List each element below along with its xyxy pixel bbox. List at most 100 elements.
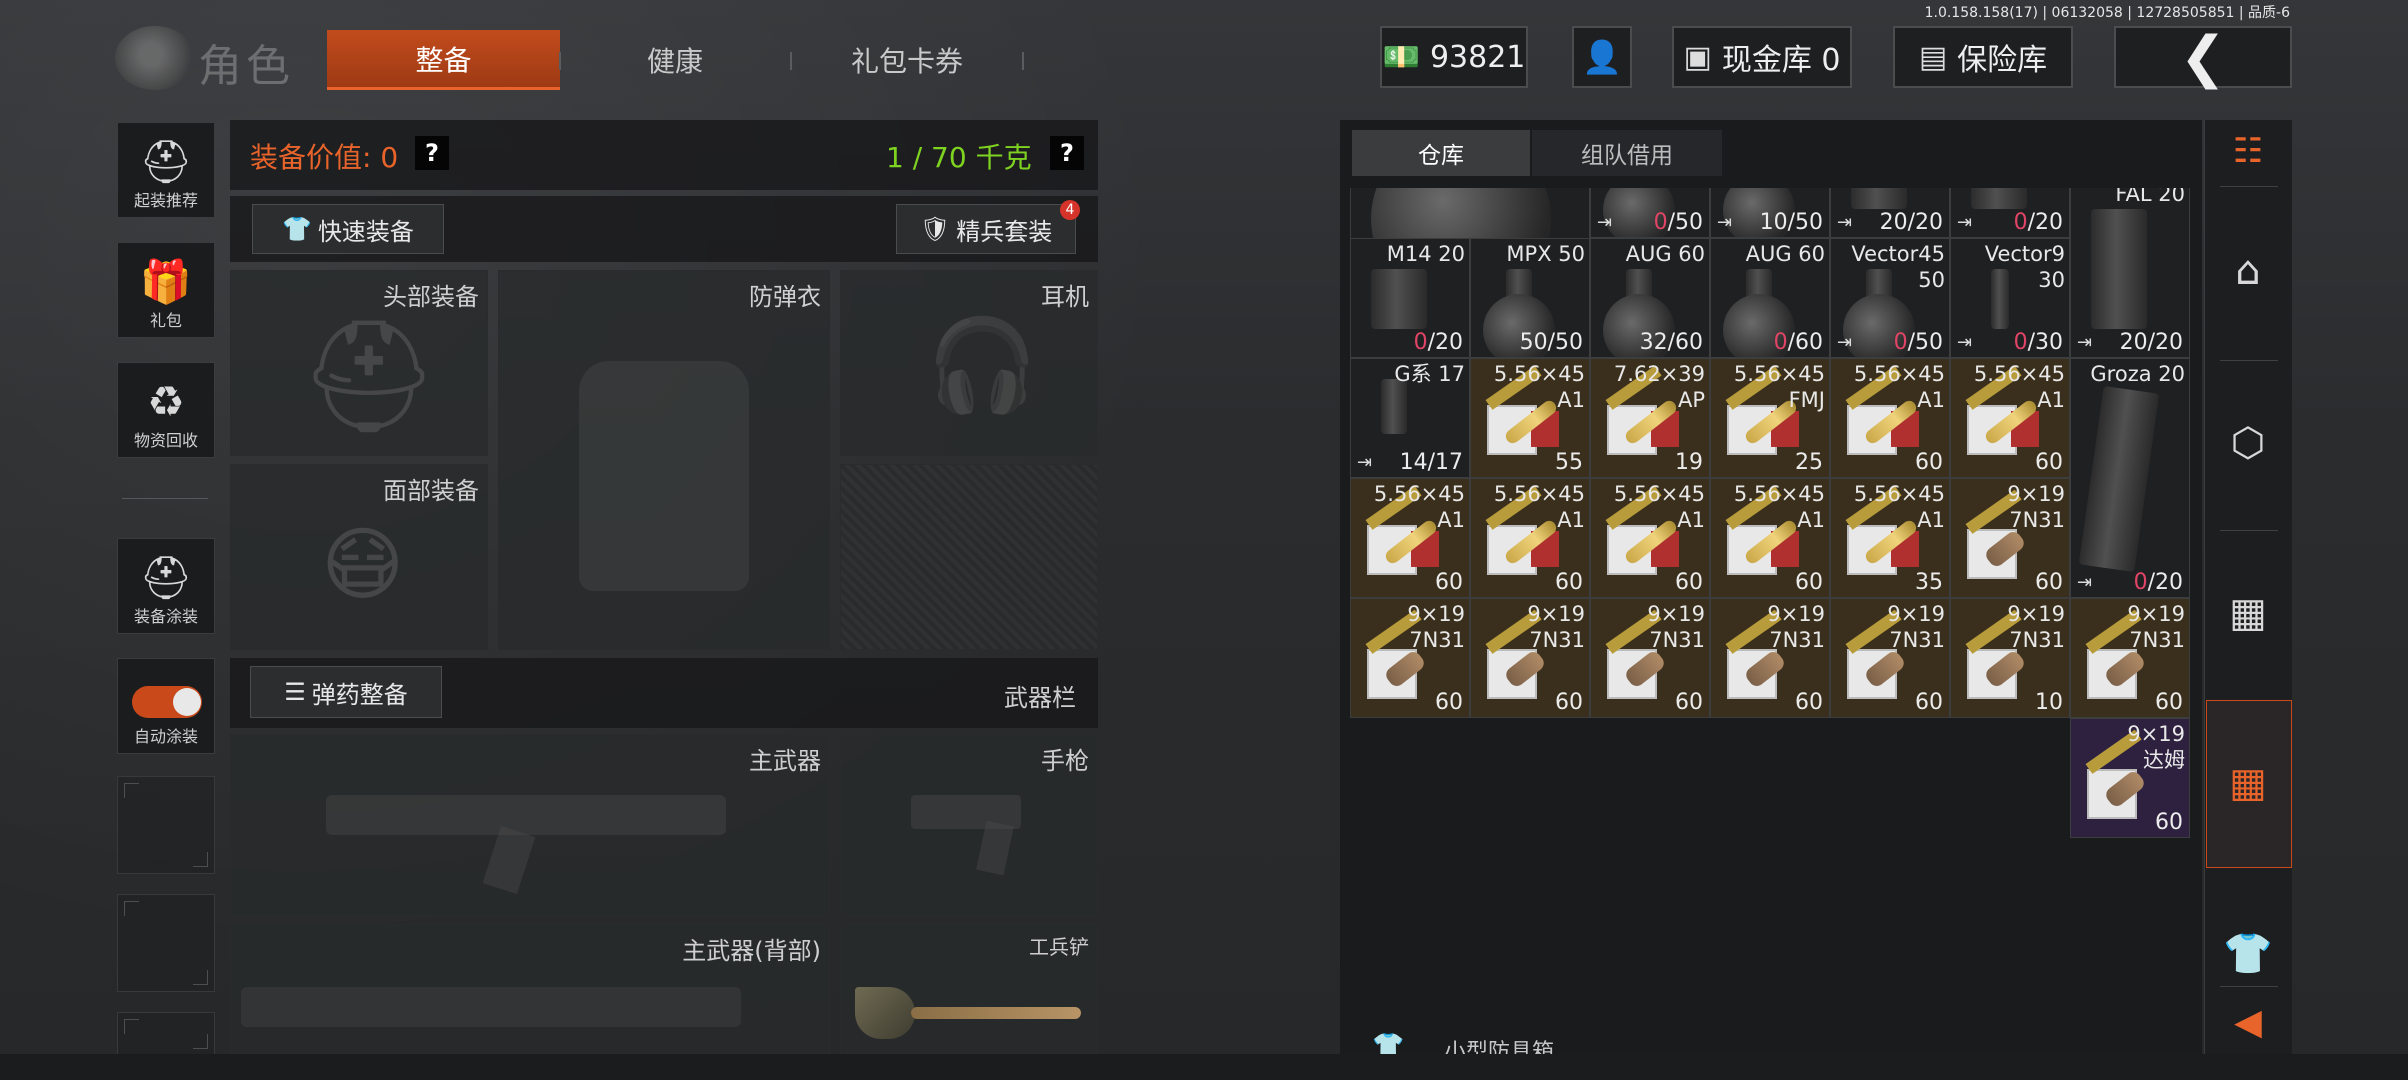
storage-icon[interactable]: ▦ <box>2204 578 2292 648</box>
item-name: 7.62×39 AP <box>1613 362 1705 412</box>
ammo-equip-button[interactable]: ☰ 弹药整备 <box>250 666 442 718</box>
item-count-empty: 0 <box>1893 330 1908 355</box>
ammo-item[interactable]: 5.56×45 A1 60 <box>1590 478 1710 598</box>
item-name: 5.56×45 A1 <box>1493 482 1585 532</box>
slot-label: 面部装备 <box>383 477 479 505</box>
ammo-item[interactable]: 9×19 7N31 60 <box>1950 478 2070 598</box>
ammo-item[interactable]: 5.56×45 A1 60 <box>1710 478 1830 598</box>
magazine-item[interactable]: SKAL 200/20⇥ <box>1950 188 2070 238</box>
ammo-item[interactable]: 5.56×45 A1 60 <box>1350 478 1470 598</box>
ammo-item[interactable]: 9×19 7N31 10 <box>1950 598 2070 718</box>
magazine-item[interactable]: Vector9 30 0/30 ⇥ <box>1950 238 2070 358</box>
tab-divider <box>1022 52 1024 70</box>
quick-equip-button[interactable]: 👕 快速装备 <box>252 204 444 254</box>
elite-set-badge: 4 <box>1060 200 1080 220</box>
item-count: 60 <box>1795 690 1823 715</box>
slot-label: 耳机 <box>1041 283 1089 311</box>
item-count: 60 <box>1435 690 1463 715</box>
character-button[interactable]: 👤 <box>1572 26 1632 88</box>
shirt-icon[interactable]: 👕 <box>2204 918 2292 988</box>
magazine-item[interactable]: FAL 500/50⇥ <box>1590 188 1710 238</box>
ammo-item[interactable]: 5.56×45 A1 35 <box>1830 478 1950 598</box>
globe-logo-icon <box>115 26 195 90</box>
magazine-item[interactable]: G系 17 14/17 ⇥ <box>1350 358 1470 478</box>
tab-equip[interactable]: 整备 <box>327 30 560 90</box>
item-count: 60 <box>1675 570 1703 595</box>
cash-vault-button[interactable]: ▣ 现金库 0 <box>1672 26 1852 88</box>
equip-tag-icon: ⇥ <box>1597 212 1613 233</box>
primary-weapon-slot[interactable]: 主武器 <box>230 734 830 916</box>
magazine-item[interactable]: SKAL 2020/20⇥ <box>1830 188 1950 238</box>
sidebar-item-gift[interactable]: 🎁 礼包 <box>117 242 215 338</box>
magazine-item[interactable]: Vector45 50 0/50 ⇥ <box>1830 238 1950 358</box>
item-count: 50/50 <box>1519 330 1583 355</box>
weight-help-button[interactable]: ? <box>1050 136 1084 170</box>
magazine-item[interactable]: FAL 5010/50⇥ <box>1710 188 1830 238</box>
sort-icon[interactable]: ☷ <box>2204 126 2292 176</box>
safe-icon: ▤ <box>1918 39 1948 75</box>
item-count-empty: 0 <box>1653 210 1668 235</box>
magazine-item[interactable]: FAL 20 20/20 ⇥ <box>2070 188 2190 358</box>
armor-slot[interactable]: 防弹衣 <box>498 270 830 650</box>
ammo-item[interactable]: 5.56×45 A1 60 <box>1950 358 2070 478</box>
sidebar-item-loadout-recommend[interactable]: ⛑ 起装推荐 <box>117 122 215 218</box>
item-name: 9×19 7N31 <box>2127 602 2185 652</box>
primary-back-slot[interactable]: 主武器(背部) <box>230 924 830 1054</box>
storage-active-icon[interactable]: ▦ <box>2204 748 2292 818</box>
ammo-item[interactable]: 7.62×39 AP 19 <box>1590 358 1710 478</box>
magazine-item[interactable]: M14 20 0/20 <box>1350 238 1470 358</box>
ammo-item[interactable]: 5.56×45 A1 60 <box>1830 358 1950 478</box>
ammo-equip-label: 弹药整备 <box>311 680 408 709</box>
soldier-icon: 👤 <box>1582 38 1622 76</box>
item-count: 0/50 <box>1653 210 1703 235</box>
safe-box-button[interactable]: ▤ 保险库 <box>1893 26 2073 88</box>
item-name: MPX 50 <box>1506 242 1585 266</box>
magazine-item[interactable]: AUG 60 0/60 <box>1710 238 1830 358</box>
ammo-item[interactable]: 9×19 7N31 60 <box>1470 598 1590 718</box>
ammo-item[interactable]: 9×19 达姆 60 <box>2070 718 2190 838</box>
tab-health[interactable]: 健康 <box>560 30 790 90</box>
shovel-slot[interactable]: 工兵铲 <box>840 924 1098 1054</box>
sidebar-item-equip-skin[interactable]: ⛑ 装备涂装 <box>117 538 215 634</box>
tab-vouchers[interactable]: 礼包卡券 <box>792 30 1022 90</box>
bottom-strip <box>0 1054 2408 1080</box>
slot-label: 防弹衣 <box>749 283 821 311</box>
item-count-empty: 0 <box>2013 330 2028 355</box>
value-help-button[interactable]: ? <box>415 136 449 170</box>
headset-slot[interactable]: 耳机 🎧 <box>840 270 1098 456</box>
collapse-icon[interactable]: ◀ <box>2204 994 2292 1050</box>
magazine-icon <box>1851 188 1907 209</box>
ammo-item[interactable]: 5.56×45 FMJ 25 <box>1710 358 1830 478</box>
tab-team-borrow[interactable]: 组队借用 <box>1532 130 1722 176</box>
ammo-item[interactable]: 5.56×45 A1 55 <box>1470 358 1590 478</box>
ammo-item[interactable]: 9×19 7N31 60 <box>1590 598 1710 718</box>
ammo-item[interactable]: 9×19 7N31 60 <box>1710 598 1830 718</box>
back-button[interactable]: ❮ <box>2114 25 2292 90</box>
tab-warehouse[interactable]: 仓库 <box>1352 130 1530 176</box>
head-slot[interactable]: 头部装备 ⛑ <box>230 270 488 456</box>
item-name: 5.56×45 FMJ <box>1733 362 1825 412</box>
home-icon[interactable]: ⌂ <box>2204 236 2292 306</box>
magazine-item[interactable]: MPX 50 50/50 <box>1470 238 1590 358</box>
face-slot[interactable]: 面部装备 😷 <box>230 464 488 650</box>
recycle-icon: ♻ <box>147 377 185 426</box>
item-count: 60 <box>2035 570 2063 595</box>
magazine-item[interactable]: AUG 60 32/60 <box>1590 238 1710 358</box>
sidebar-item-recycle[interactable]: ♻ 物资回收 <box>117 362 215 458</box>
tab-team-borrow-label: 组队借用 <box>1581 143 1673 169</box>
magazine-item[interactable]: Groza 20 0/20 ⇥ <box>2070 358 2190 598</box>
pistol-slot[interactable]: 手枪 <box>840 734 1098 916</box>
currency-display[interactable]: 💵 93821 <box>1380 26 1528 88</box>
elite-set-button[interactable]: 🛡 精兵套装 <box>896 204 1076 254</box>
ammo-item[interactable]: 9×19 7N31 60 <box>2070 598 2190 718</box>
ammo-item[interactable]: 5.56×45 A1 60 <box>1470 478 1590 598</box>
item-count: 60 <box>1435 570 1463 595</box>
item-count: 0/20 <box>2013 210 2063 235</box>
crate-icon[interactable]: ⬡ <box>2204 408 2292 478</box>
loadout-icon: ⛑ <box>139 137 193 186</box>
elite-set-label: 精兵套装 <box>956 217 1053 246</box>
helmet-skin-icon: ⛑ <box>139 553 193 602</box>
item-count: 60 <box>1555 570 1583 595</box>
ammo-item[interactable]: 9×19 7N31 60 <box>1830 598 1950 718</box>
ammo-item[interactable]: 9×19 7N31 60 <box>1350 598 1470 718</box>
